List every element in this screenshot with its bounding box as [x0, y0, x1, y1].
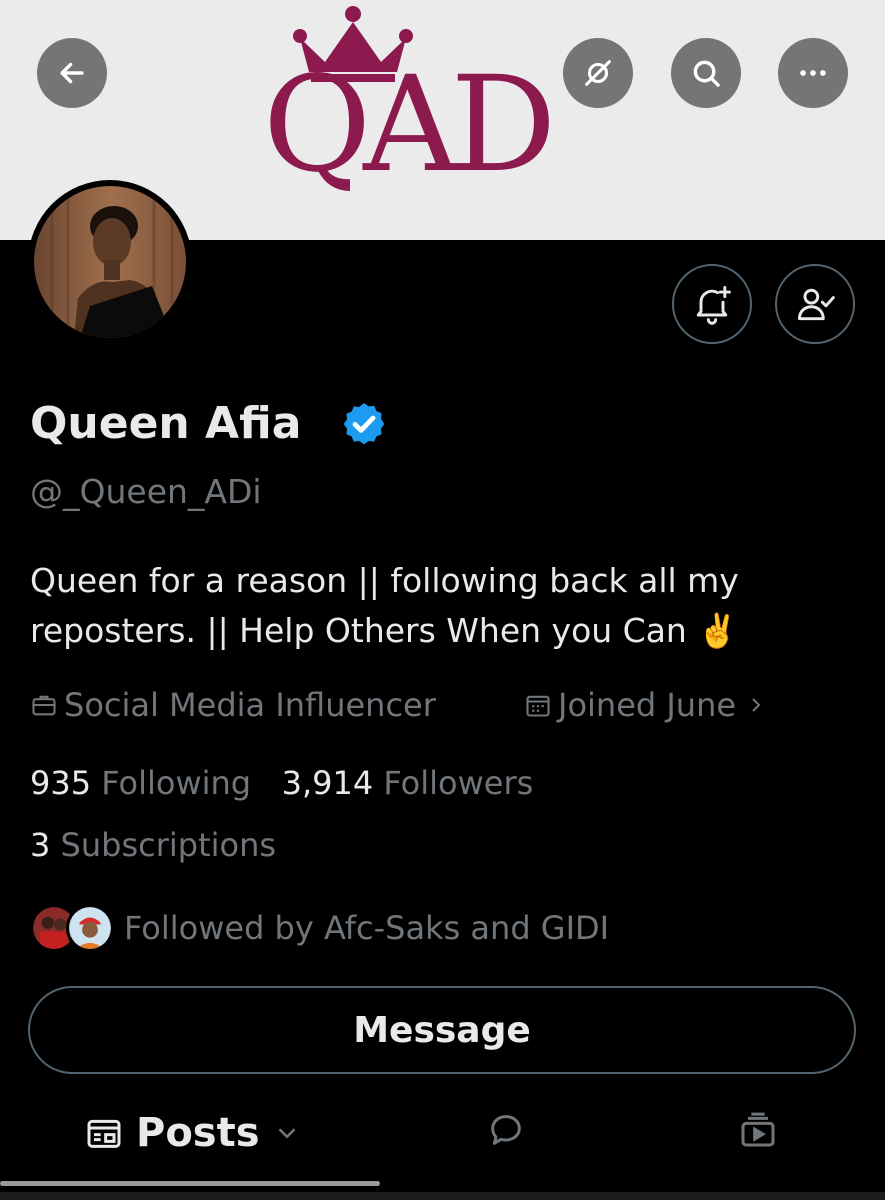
message-button[interactable]: Message: [28, 986, 856, 1074]
occupation-text: Social Media Influencer: [64, 686, 436, 724]
back-button[interactable]: [37, 38, 107, 108]
profile-tabs: Posts: [0, 1100, 885, 1170]
follower-avatar: [66, 904, 114, 952]
tab-media[interactable]: [738, 1110, 778, 1150]
bell-plus-icon: [696, 286, 731, 325]
person-check-icon: [797, 288, 835, 321]
more-horizontal-icon: [800, 70, 826, 76]
followed-by[interactable]: Followed by Afc-Saks and GIDI: [30, 904, 609, 952]
search-icon: [693, 60, 720, 87]
briefcase-icon: [32, 695, 56, 716]
profile-handle: @_Queen_ADi: [30, 472, 262, 511]
chevron-down-icon: [278, 1128, 295, 1139]
following-link[interactable]: 935 Following: [30, 764, 261, 802]
followers-link[interactable]: 3,914 Followers: [282, 764, 534, 802]
active-tab-indicator: [0, 1181, 380, 1186]
profile-avatar[interactable]: [28, 180, 192, 344]
following-button[interactable]: [775, 264, 855, 344]
avatar-image: [34, 186, 186, 338]
occupation: Social Media Influencer: [30, 686, 436, 724]
tab-posts-label: Posts: [136, 1110, 260, 1156]
search-button[interactable]: [671, 38, 741, 108]
calendar-icon: [526, 695, 550, 717]
following-label: Following: [101, 764, 252, 802]
verified-badge-icon: [343, 403, 385, 445]
chat-bubble-icon: [491, 1115, 521, 1145]
subscriptions-label: Subscriptions: [60, 826, 277, 864]
profile-name: Queen Afia: [30, 398, 302, 449]
notify-button[interactable]: [672, 264, 752, 344]
followers-count: 3,914: [281, 764, 374, 802]
svg-text:QAD: QAD: [265, 48, 550, 202]
tab-posts[interactable]: Posts: [84, 1110, 302, 1156]
eye-slash-icon: [585, 60, 611, 86]
joined-text: Joined June: [558, 686, 737, 724]
more-button[interactable]: [778, 38, 848, 108]
followed-by-text: Followed by Afc-Saks and GIDI: [124, 909, 610, 947]
follow-stats: 935 Following 3,914 Followers: [30, 764, 533, 802]
tab-replies[interactable]: [486, 1110, 526, 1150]
arrow-left-icon: [60, 62, 84, 84]
subscriptions-count: 3: [30, 826, 51, 864]
list-icon: [87, 1119, 121, 1148]
joined-date[interactable]: Joined June: [524, 686, 774, 724]
chevron-right-icon: [752, 698, 761, 712]
bottom-divider: [0, 1192, 885, 1200]
hide-button[interactable]: [563, 38, 633, 108]
following-count: 935: [30, 764, 92, 802]
followers-label: Followers: [383, 764, 534, 802]
qad-logo: QAD: [265, 6, 558, 202]
video-stack-icon: [741, 1112, 775, 1147]
profile-bio: Queen for a reason || following back all…: [30, 561, 739, 650]
subscriptions-link[interactable]: 3 Subscriptions: [30, 826, 276, 864]
